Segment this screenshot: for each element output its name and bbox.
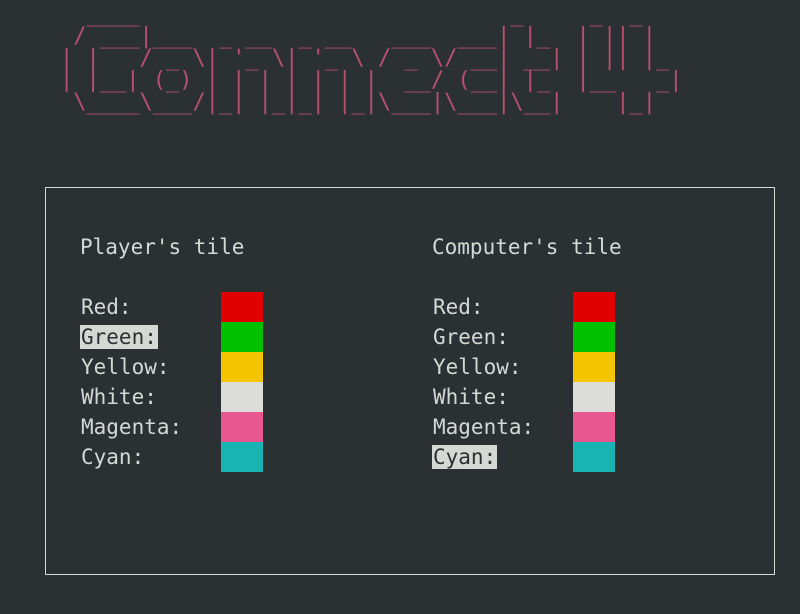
tile-selection-panel: Player's tile Red: Green: Yellow: White:… [45, 187, 775, 575]
red-swatch [221, 292, 263, 322]
player-tile-heading: Player's tile [80, 235, 245, 259]
tile-option-label: Magenta: [433, 415, 535, 439]
computer-tile-option-white[interactable]: White: [432, 382, 632, 412]
white-swatch [573, 382, 615, 412]
player-tile-option-cyan[interactable]: Cyan: [80, 442, 280, 472]
computer-tile-option-yellow[interactable]: Yellow: [432, 352, 632, 382]
cyan-swatch [221, 442, 263, 472]
player-tile-option-green[interactable]: Green: [80, 322, 280, 352]
computer-tile-list: Red: Green: Yellow: White: Magenta: Cyan… [432, 292, 632, 472]
computer-tile-option-red[interactable]: Red: [432, 292, 632, 322]
tile-option-label: Magenta: [81, 415, 183, 439]
yellow-swatch [221, 352, 263, 382]
player-tile-option-red[interactable]: Red: [80, 292, 280, 322]
yellow-swatch [573, 352, 615, 382]
computer-tile-heading: Computer's tile [432, 235, 622, 259]
player-tile-option-magenta[interactable]: Magenta: [80, 412, 280, 442]
player-tile-list: Red: Green: Yellow: White: Magenta: Cyan… [80, 292, 280, 472]
tile-option-label: White: [433, 385, 509, 409]
cyan-swatch [573, 442, 615, 472]
tile-option-label: Yellow: [81, 355, 170, 379]
green-swatch [573, 322, 615, 352]
red-swatch [573, 292, 615, 322]
green-swatch [221, 322, 263, 352]
tile-option-label: Yellow: [433, 355, 522, 379]
tile-option-label: Red: [81, 295, 132, 319]
player-tile-option-yellow[interactable]: Yellow: [80, 352, 280, 382]
tile-option-label: Cyan: [81, 445, 145, 469]
tile-option-label: Cyan: [432, 445, 498, 469]
magenta-swatch [573, 412, 615, 442]
white-swatch [221, 382, 263, 412]
tile-option-label: White: [81, 385, 157, 409]
player-tile-option-white[interactable]: White: [80, 382, 280, 412]
computer-tile-option-magenta[interactable]: Magenta: [432, 412, 632, 442]
tile-option-label: Green: [80, 325, 158, 349]
computer-tile-option-green[interactable]: Green: [432, 322, 632, 352]
tile-option-label: Green: [433, 325, 509, 349]
game-title-banner: ____ _ _ _ / ___|___ _ __ _ __ ___ ___| … [60, 2, 683, 115]
magenta-swatch [221, 412, 263, 442]
computer-tile-option-cyan[interactable]: Cyan: [432, 442, 632, 472]
tile-option-label: Red: [433, 295, 484, 319]
